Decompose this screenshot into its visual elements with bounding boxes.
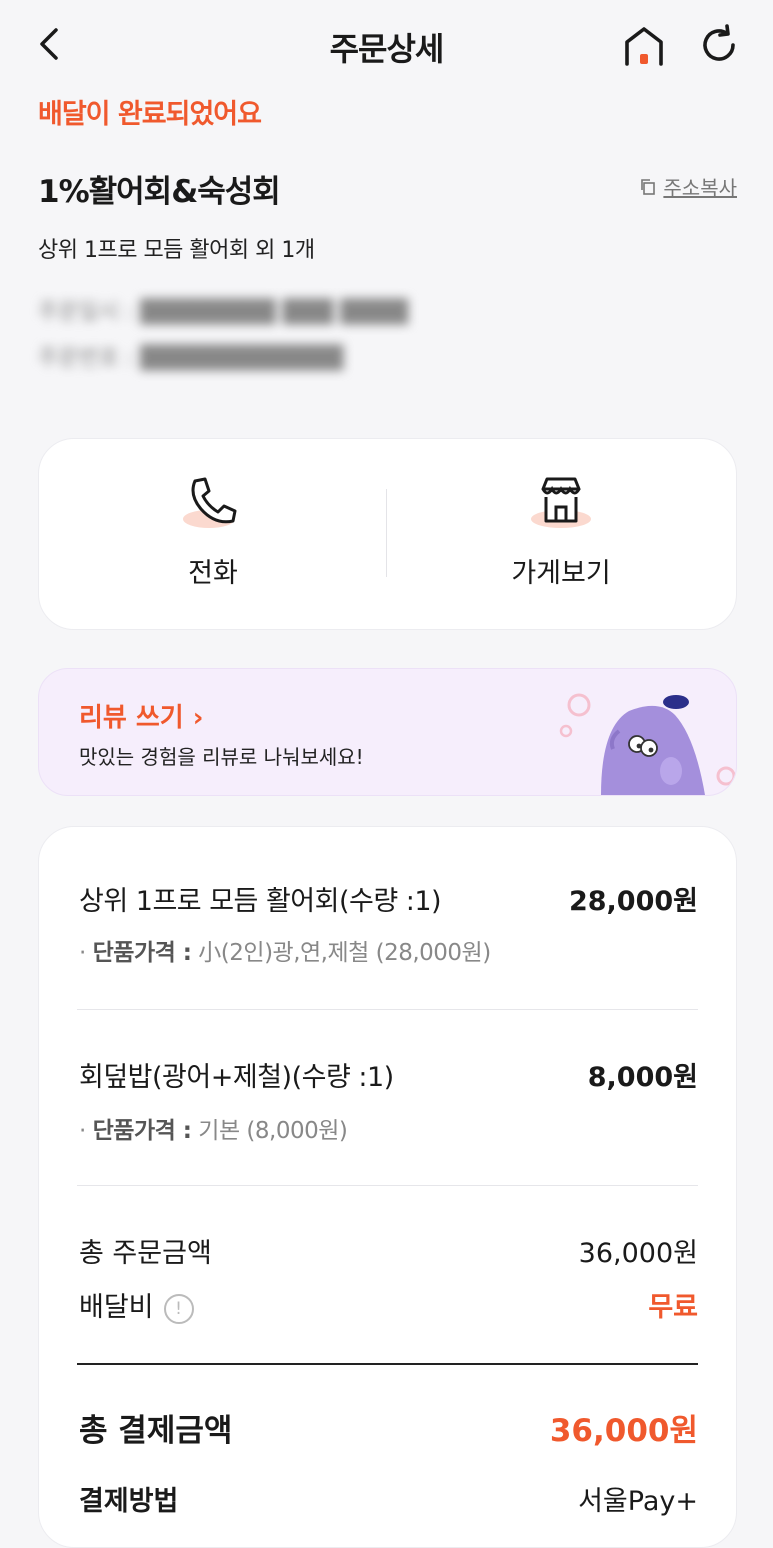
phone-icon	[183, 477, 237, 528]
top-bar: 주문상세	[0, 0, 773, 90]
call-button[interactable]: 전화	[39, 439, 387, 629]
store-name: 1%활어회&숙성회	[38, 174, 281, 210]
divider	[77, 1009, 698, 1010]
delivery-fee-label: 배달비!	[79, 1285, 194, 1324]
order-status: 배달이 완료되었어요	[38, 99, 262, 130]
review-title: 리뷰 쓰기 ›	[79, 703, 204, 733]
mascot-character-image	[559, 693, 736, 795]
chevron-right-icon: ›	[192, 703, 204, 733]
blurred-order-date: 주문일시 : ████████ ███ ████	[38, 300, 409, 325]
blurred-order-number: 주문번호 : ████████████	[38, 346, 344, 371]
refresh-icon[interactable]	[696, 22, 742, 68]
payment-method-value: 서울Pay+	[578, 1486, 698, 1517]
view-store-label: 가게보기	[511, 558, 611, 589]
view-store-button[interactable]: 가게보기	[387, 439, 735, 629]
review-subtitle: 맛있는 경험을 리뷰로 나눠보세요!	[79, 745, 364, 769]
divider	[77, 1185, 698, 1186]
item-option: · 단품가격 : 기본 (8,000원)	[79, 1118, 348, 1144]
payment-total-value: 36,000원	[549, 1413, 698, 1449]
order-details-card: 상위 1프로 모듬 활어회(수량 :1) 28,000원 · 단품가격 : 小(…	[38, 826, 737, 1548]
payment-total-label: 총 결제금액	[79, 1413, 233, 1449]
info-icon[interactable]: !	[163, 1293, 194, 1324]
delivery-fee-value: 무료	[648, 1292, 698, 1323]
order-total-label: 총 주문금액	[79, 1238, 212, 1269]
copy-address-label: 주소복사	[663, 176, 737, 200]
item-price: 28,000원	[568, 886, 698, 917]
item-name: 회덮밥(광어+제철)(수량 :1)	[79, 1062, 394, 1093]
store-icon	[531, 477, 591, 528]
item-price: 8,000원	[587, 1062, 698, 1093]
divider	[77, 1363, 698, 1365]
order-total-value: 36,000원	[578, 1238, 698, 1269]
item-name: 상위 1프로 모듬 활어회(수량 :1)	[79, 886, 442, 917]
call-label: 전화	[188, 558, 238, 589]
action-card: 전화 가게보기	[38, 438, 737, 630]
home-icon[interactable]	[620, 22, 668, 70]
copy-icon	[641, 178, 656, 195]
item-option: · 단품가격 : 小(2인)광,연,제철 (28,000원)	[79, 940, 491, 966]
write-review-banner[interactable]: 리뷰 쓰기 › 맛있는 경험을 리뷰로 나눠보세요!	[38, 668, 737, 796]
payment-method-label: 결제방법	[79, 1486, 179, 1517]
menu-summary: 상위 1프로 모듬 활어회 외 1개	[38, 238, 315, 263]
copy-address-button[interactable]: 주소복사	[639, 172, 737, 201]
